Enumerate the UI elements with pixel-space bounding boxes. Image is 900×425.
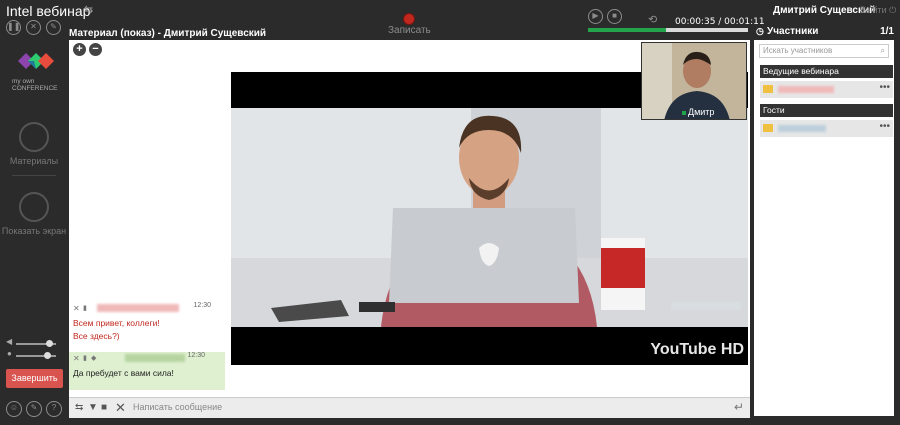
chat-message-text: Всем привет, коллеги! Все здесь?)	[69, 315, 225, 345]
logout-link[interactable]: Выйти ⏻	[860, 5, 896, 16]
trash-icon[interactable]: ▮	[83, 304, 87, 312]
video-frame	[231, 108, 748, 327]
participants-search-placeholder: Искать участников	[763, 46, 833, 55]
materials-label: Материалы	[9, 156, 59, 166]
monitor-icon	[19, 192, 49, 222]
edit-icon[interactable]: ✎	[46, 20, 61, 35]
finish-button[interactable]: Завершить	[6, 369, 63, 388]
reply-icon[interactable]: ◆	[91, 354, 96, 362]
clock-icon: ◷	[756, 26, 764, 36]
expand-icon[interactable]: ⇆	[75, 402, 83, 413]
hosts-group-header: Ведущие вебинара	[760, 65, 893, 78]
chat-message-header: ✕ ▮ 12:30	[69, 302, 225, 315]
user-avatar-icon	[763, 124, 773, 132]
webcam-name: Дмитр	[682, 107, 714, 117]
slider-knob[interactable]	[46, 340, 53, 347]
pen-icon[interactable]: ✎	[26, 401, 42, 417]
zoom-in-button[interactable]: +	[73, 43, 86, 56]
chat-input-bar: ⇆ ▼ ■ ✕ Написать сообщение ↵	[69, 397, 750, 418]
webcam-name-text: Дмитр	[688, 107, 715, 117]
filter-icon[interactable]: ▼	[88, 402, 98, 413]
presentation-icon	[19, 122, 49, 152]
webcam-preview[interactable]: Дмитр	[641, 42, 747, 120]
chat-line: Всем привет, коллеги!	[73, 318, 160, 328]
chat-message: ✕ ▮ ◆ 12:30 Да пребудет с вами сила!	[69, 352, 225, 390]
participant-name	[778, 125, 826, 132]
speaker-icon: ◀	[6, 337, 13, 346]
delete-icon[interactable]: ✕	[73, 354, 80, 363]
clear-icon[interactable]: ✕	[115, 400, 126, 416]
chat-author-name	[125, 354, 185, 362]
online-indicator-icon	[682, 111, 686, 115]
logout-label: Выйти	[860, 5, 887, 15]
participants-count: 1/1	[880, 26, 894, 37]
participants-search-input[interactable]: Искать участников ⌕	[759, 44, 889, 58]
send-icon[interactable]: ↵	[734, 400, 744, 414]
youtube-hd-logo: YouTube HD	[650, 341, 744, 358]
material-title: Материал (показ) - Дмитрий Сущевский	[69, 28, 267, 39]
share-screen-button[interactable]: Показать экран	[0, 192, 68, 236]
repeat-icon[interactable]: ⟲	[648, 13, 657, 26]
participant-host[interactable]: •••	[760, 81, 893, 98]
participants-header: ◷ Участники 1/1	[754, 24, 894, 40]
chat-message: ✕ ▮ 12:30 Всем привет, коллеги! Все здес…	[69, 302, 225, 345]
chat-panel: ✕ ▮ 12:30 Всем привет, коллеги! Все здес…	[69, 302, 227, 392]
participants-panel: ◷ Участники 1/1 Искать участников ⌕ Веду…	[754, 24, 894, 416]
video-scene-image	[231, 108, 748, 327]
webinar-app: Intel вебинар ⇆ ❚❚ ✕ ✎ Записать ▶ ■ ⟲ 00…	[0, 0, 900, 425]
materials-button[interactable]: Материалы	[0, 122, 68, 166]
stop-icon[interactable]: ■	[607, 9, 622, 24]
more-options-icon[interactable]: •••	[879, 121, 890, 132]
material-area: + − YouTube HD Дмитр ✕ ▮ 12:30 Всем прив…	[69, 40, 750, 418]
group-icon[interactable]: ☺	[6, 401, 22, 417]
left-sidebar: my own CONFERENCE Материалы Показать экр…	[0, 40, 68, 425]
share-screen-label: Показать экран	[1, 226, 67, 236]
rename-icon[interactable]: ⇆	[84, 3, 93, 16]
participant-guest[interactable]: •••	[760, 120, 893, 137]
zoom-out-button[interactable]: −	[89, 43, 102, 56]
record-button[interactable]	[403, 13, 415, 25]
chat-input[interactable]: Написать сообщение	[133, 402, 222, 412]
play-icon[interactable]: ▶	[588, 9, 603, 24]
record-label: Записать	[388, 25, 431, 36]
participant-name	[778, 86, 834, 93]
trash-icon[interactable]: ▮	[83, 354, 87, 362]
chat-time: 12:30	[187, 352, 205, 359]
chat-line: Да пребудет с вами сила!	[73, 368, 174, 378]
microphone-volume-slider[interactable]: ●	[7, 349, 62, 361]
chat-author-name	[97, 304, 179, 312]
slider-knob[interactable]	[44, 352, 51, 359]
settings-icon[interactable]: ✕	[26, 20, 41, 35]
chat-message-text: Да пребудет с вами сила!	[69, 365, 225, 382]
logo-text-line2: CONFERENCE	[12, 85, 58, 92]
lock-icon[interactable]: ■	[101, 402, 107, 413]
logo-text-line1: my own	[12, 78, 35, 85]
playback-progress-fill	[588, 28, 667, 32]
divider	[12, 175, 56, 176]
logo-icon	[18, 53, 54, 69]
app-title: Intel вебинар	[6, 3, 91, 19]
guests-group-header: Гости	[760, 104, 893, 117]
chat-line: Все здесь?)	[73, 331, 120, 341]
playback-progress[interactable]	[588, 28, 748, 32]
help-icon[interactable]: ?	[46, 401, 62, 417]
user-avatar-icon	[763, 85, 773, 93]
power-icon: ⏻	[889, 5, 897, 15]
more-options-icon[interactable]: •••	[879, 82, 890, 93]
speaker-volume-slider[interactable]: ◀	[6, 337, 62, 349]
chat-message-header: ✕ ▮ ◆ 12:30	[69, 352, 225, 365]
search-icon: ⌕	[880, 46, 885, 55]
participants-title: Участники	[767, 26, 819, 37]
logo-text: my own CONFERENCE	[12, 78, 58, 92]
microphone-icon: ●	[7, 349, 12, 358]
pause-icon[interactable]: ❚❚	[6, 20, 21, 35]
playback-timer: 00:00:35 / 00:01:11	[675, 17, 765, 27]
delete-icon[interactable]: ✕	[73, 304, 80, 313]
chat-time: 12:30	[193, 302, 211, 309]
